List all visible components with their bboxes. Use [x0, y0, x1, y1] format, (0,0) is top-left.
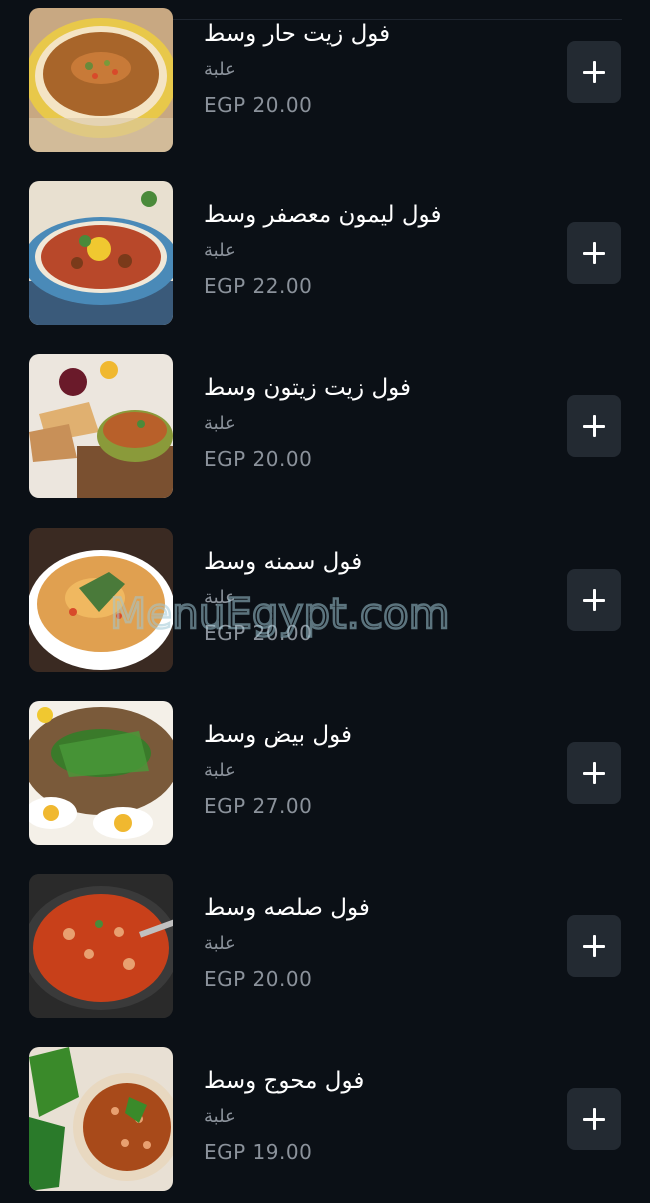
- item-name: فول بيض وسط: [204, 722, 352, 748]
- item-description: علبة: [204, 59, 236, 80]
- menu-item[interactable]: فول بيض وسط علبة EGP 27.00: [0, 699, 650, 849]
- add-to-cart-button[interactable]: [567, 569, 621, 631]
- dish-image: [29, 701, 173, 845]
- item-description: علبة: [204, 760, 236, 781]
- dish-image: [29, 874, 173, 1018]
- dish-image: [29, 528, 173, 672]
- item-description: علبة: [204, 413, 236, 434]
- menu-item[interactable]: فول سمنه وسط علبة EGP 20.00: [0, 526, 650, 676]
- item-name: فول زيت حار وسط: [204, 21, 391, 47]
- item-description: علبة: [204, 1106, 236, 1127]
- plus-icon: [583, 242, 605, 264]
- item-price: EGP 20.00: [204, 621, 313, 645]
- item-name: فول ليمون معصفر وسط: [204, 202, 442, 228]
- plus-icon: [583, 935, 605, 957]
- item-price: EGP 22.00: [204, 274, 313, 298]
- item-price: EGP 20.00: [204, 93, 313, 117]
- add-to-cart-button[interactable]: [567, 742, 621, 804]
- menu-item[interactable]: فول محوج وسط علبة EGP 19.00: [0, 1045, 650, 1195]
- menu-item[interactable]: فول ليمون معصفر وسط علبة EGP 22.00: [0, 179, 650, 329]
- add-to-cart-button[interactable]: [567, 222, 621, 284]
- dish-image: [29, 181, 173, 325]
- add-to-cart-button[interactable]: [567, 395, 621, 457]
- item-price: EGP 20.00: [204, 447, 313, 471]
- foul-spiced-dish-image: [29, 1047, 173, 1191]
- item-description: علبة: [204, 240, 236, 261]
- menu-item[interactable]: فول صلصه وسط علبة EGP 20.00: [0, 872, 650, 1022]
- foul-lemon-dish-image: [29, 181, 173, 325]
- plus-icon: [583, 589, 605, 611]
- foul-spicy-oil-dish-image: [29, 8, 173, 152]
- item-price: EGP 19.00: [204, 1140, 313, 1164]
- foul-olive-oil-dish-image: [29, 354, 173, 498]
- plus-icon: [583, 61, 605, 83]
- item-name: فول محوج وسط: [204, 1068, 365, 1094]
- dish-image: [29, 1047, 173, 1191]
- menu-item[interactable]: فول زيت حار وسط علبة EGP 20.00: [0, 0, 650, 152]
- add-to-cart-button[interactable]: [567, 1088, 621, 1150]
- add-to-cart-button[interactable]: [567, 915, 621, 977]
- item-description: علبة: [204, 587, 236, 608]
- plus-icon: [583, 1108, 605, 1130]
- dish-image: [29, 8, 173, 152]
- plus-icon: [583, 762, 605, 784]
- plus-icon: [583, 415, 605, 437]
- item-price: EGP 20.00: [204, 967, 313, 991]
- item-price: EGP 27.00: [204, 794, 313, 818]
- item-name: فول سمنه وسط: [204, 549, 363, 575]
- add-to-cart-button[interactable]: [567, 41, 621, 103]
- foul-tomato-sauce-dish-image: [29, 874, 173, 1018]
- dish-image: [29, 354, 173, 498]
- foul-ghee-dish-image: [29, 528, 173, 672]
- item-description: علبة: [204, 933, 236, 954]
- foul-egg-dish-image: [29, 701, 173, 845]
- item-name: فول صلصه وسط: [204, 895, 370, 921]
- item-name: فول زيت زيتون وسط: [204, 375, 412, 401]
- menu-item[interactable]: فول زيت زيتون وسط علبة EGP 20.00: [0, 352, 650, 502]
